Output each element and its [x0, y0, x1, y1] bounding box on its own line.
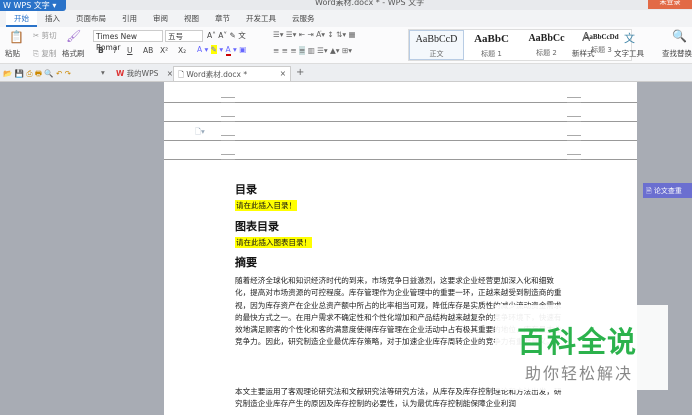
- tab-references[interactable]: 引用: [114, 10, 145, 27]
- margin-marker: [221, 154, 235, 160]
- style-sample: AaBbCcD: [415, 34, 458, 45]
- style-sample: AaBbCc: [528, 33, 565, 44]
- style-sample: AaBbC: [474, 33, 509, 45]
- tab-review[interactable]: 审阅: [145, 10, 176, 27]
- app-name: WPS 文字: [13, 1, 50, 10]
- cut-label: 剪切: [41, 31, 57, 40]
- style-normal[interactable]: AaBbCcD 正文: [409, 30, 464, 60]
- font-select[interactable]: Times New Romar: [93, 30, 163, 52]
- margin-marker: [567, 154, 581, 160]
- watermark-subtitle: 助你轻松解决: [525, 364, 634, 383]
- style-gallery: AaBbCcD 正文 AaBbC 标题 1 AaBbCc 标题 2 AaBbCcDd 标…: [408, 29, 632, 61]
- paste-button[interactable]: 粘贴: [5, 48, 20, 59]
- margin-marker: [221, 97, 235, 103]
- thesis-check-button[interactable]: 🗎 论文查重: [643, 183, 692, 198]
- cut-button[interactable]: ✂ 剪切: [33, 30, 57, 41]
- margin-marker: [567, 116, 581, 122]
- list-indent-buttons[interactable]: ☰▾ ☰▾ ⇤ ⇥ A͘▾ ↕ ⇅▾ ▦: [273, 30, 356, 39]
- document-icon: 🗋: [178, 70, 185, 79]
- font-grow-shrink-buttons[interactable]: A˄ A˅ ✎ 文: [207, 30, 246, 41]
- thesis-check-label: 论文查重: [653, 187, 682, 195]
- watermark-title: 百科全说: [517, 325, 638, 359]
- text-effect-highlight-color-buttons[interactable]: A ▾ ✎ ▾ A ▾ ▣: [197, 45, 246, 56]
- style-label: 正文: [429, 50, 444, 58]
- quick-access-toolbar[interactable]: 📂 💾 ⎙ 🖶 🔍 ↶ ↷: [3, 68, 71, 81]
- tab-page-layout[interactable]: 页面布局: [68, 10, 114, 27]
- title-bar: W WPS 文字 ▾ Word素材.docx * - WPS 文字 未登录: [0, 0, 692, 11]
- margin-marker: [221, 116, 235, 122]
- toc-heading: 目录: [235, 183, 257, 196]
- italic-button[interactable]: I: [114, 46, 116, 55]
- ribbon-tabs: 开始 插入 页面布局 引用 审阅 视图 章节 开发工具 云服务: [0, 10, 692, 27]
- paste-icon[interactable]: 📋: [9, 30, 24, 44]
- superscript-button[interactable]: X²: [160, 46, 168, 55]
- ribbon: 📋 粘贴 ✂ 剪切 ⎘ 复制 🖌 格式刷 Times New Romar 五号 …: [0, 27, 692, 64]
- app-menu-button[interactable]: W WPS 文字 ▾: [0, 0, 66, 11]
- tab-home[interactable]: 开始: [6, 10, 37, 27]
- strikethrough-button[interactable]: AB: [143, 46, 153, 55]
- figure-toc-placeholder[interactable]: 请在此插入图表目录！: [235, 237, 312, 248]
- figure-toc-heading: 图表目录: [235, 220, 279, 233]
- tab-cloud[interactable]: 云服务: [284, 10, 323, 27]
- toc-placeholder[interactable]: 请在此插入目录！: [235, 200, 297, 211]
- abstract-heading: 摘要: [235, 256, 257, 269]
- style-label: 标题 1: [481, 50, 502, 58]
- find-replace-icon[interactable]: 🔍: [672, 29, 687, 43]
- tab-section[interactable]: 章节: [207, 10, 238, 27]
- tab-developer[interactable]: 开发工具: [238, 10, 284, 27]
- new-style-button[interactable]: 新样式: [572, 48, 595, 59]
- doc-tab-my-wps[interactable]: W 我的WPS ×: [112, 66, 177, 81]
- underline-button[interactable]: U: [127, 46, 133, 55]
- font-size-select[interactable]: 五号: [165, 30, 203, 42]
- copy-button[interactable]: ⎘ 复制: [33, 48, 56, 59]
- margin-marker: [221, 135, 235, 141]
- subscript-button[interactable]: X₂: [178, 46, 186, 55]
- doc-tab-word-material[interactable]: 🗋 Word素材.docx * ×: [173, 66, 291, 81]
- quick-access-and-doc-tabs: 📂 💾 ⎙ 🖶 🔍 ↶ ↷ ▾ W 我的WPS × 🗋 Word素材.docx …: [0, 64, 692, 82]
- margin-marker: [567, 97, 581, 103]
- bold-button[interactable]: B: [98, 46, 104, 55]
- doc-tab-label: Word素材.docx *: [186, 70, 248, 79]
- text-tools-icon[interactable]: 文: [624, 30, 635, 46]
- tab-list-dropdown-icon[interactable]: ▾: [101, 68, 105, 77]
- new-style-icon[interactable]: A: [582, 30, 590, 44]
- signin-button[interactable]: 未登录: [648, 0, 692, 9]
- close-icon[interactable]: ×: [280, 69, 286, 78]
- find-replace-button[interactable]: 查找替换: [662, 48, 692, 59]
- format-painter-button[interactable]: 格式刷: [62, 48, 85, 59]
- copy-label: 复制: [41, 49, 57, 58]
- style-heading-1[interactable]: AaBbC 标题 1: [464, 30, 519, 60]
- tab-view[interactable]: 视图: [176, 10, 207, 27]
- new-tab-button[interactable]: +: [296, 67, 304, 78]
- doc-tab-label: 我的WPS: [126, 69, 159, 78]
- style-label: 标题 2: [536, 49, 557, 57]
- watermark-logo: 百科全说 助你轻松解决: [495, 305, 668, 390]
- format-painter-icon[interactable]: 🖌: [66, 29, 81, 43]
- window-title: Word素材.docx * - WPS 文字: [315, 0, 425, 7]
- alignment-buttons[interactable]: ≡ ≡ ≡ ≡ ▥ ☰▾ ▲▾ ⊞▾: [273, 46, 352, 55]
- style-heading-2[interactable]: AaBbCc 标题 2: [519, 30, 574, 60]
- tab-insert[interactable]: 插入: [37, 10, 68, 27]
- page-options-icon[interactable]: 🗋▾: [195, 126, 205, 139]
- margin-marker: [567, 135, 581, 141]
- text-tools-button[interactable]: 文字工具: [614, 48, 644, 59]
